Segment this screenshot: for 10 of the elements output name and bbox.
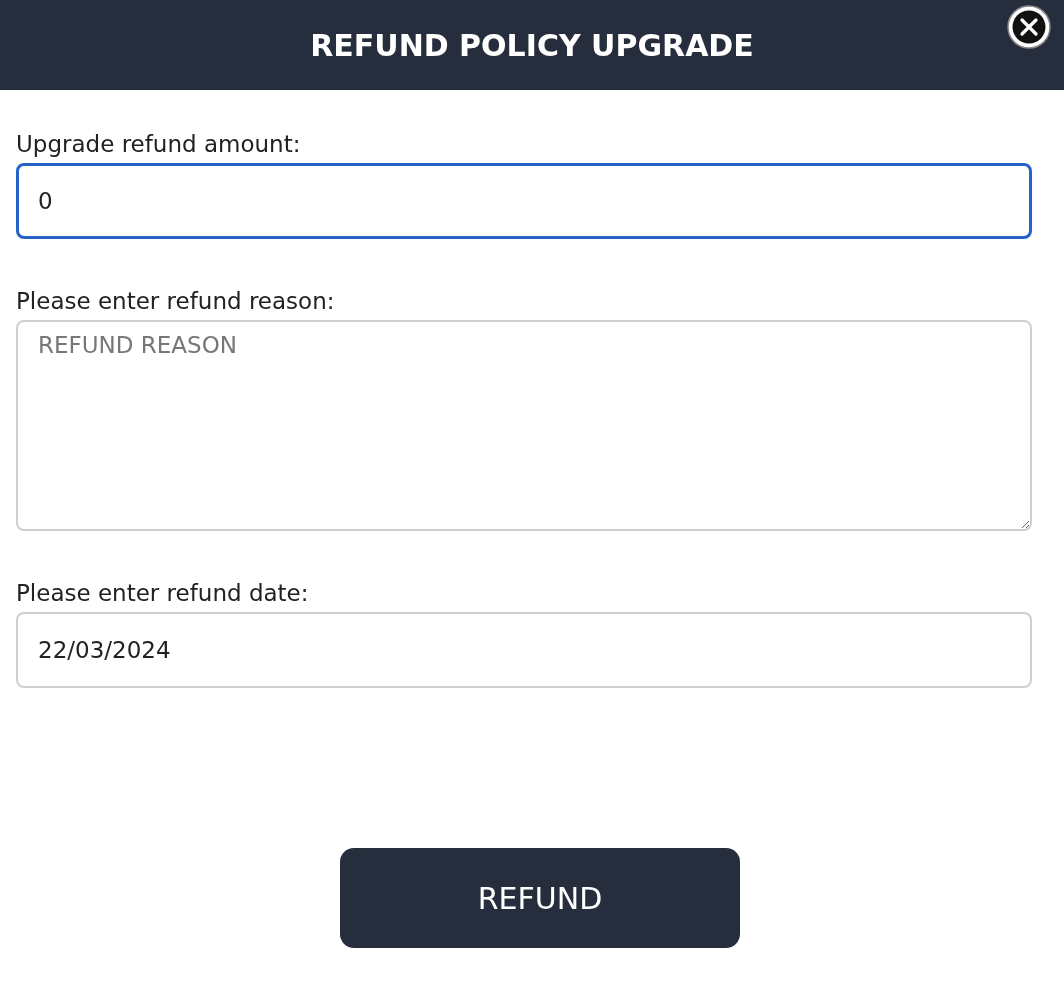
input-field[interactable]: 0	[16, 163, 1032, 239]
text-area[interactable]: REFUND REASON	[16, 320, 1032, 531]
input-field[interactable]: 22/03/2024	[16, 612, 1032, 688]
close-icon	[1006, 4, 1052, 50]
field-label: Upgrade refund amount:	[16, 130, 301, 158]
field-label: Please enter refund reason:	[16, 287, 335, 315]
dialog-title: REFUND POLICY UPGRADE	[310, 27, 754, 63]
refund-button[interactable]: REFUND	[340, 848, 740, 948]
field-label: Please enter refund date:	[16, 579, 309, 607]
close-button[interactable]	[1006, 4, 1052, 50]
